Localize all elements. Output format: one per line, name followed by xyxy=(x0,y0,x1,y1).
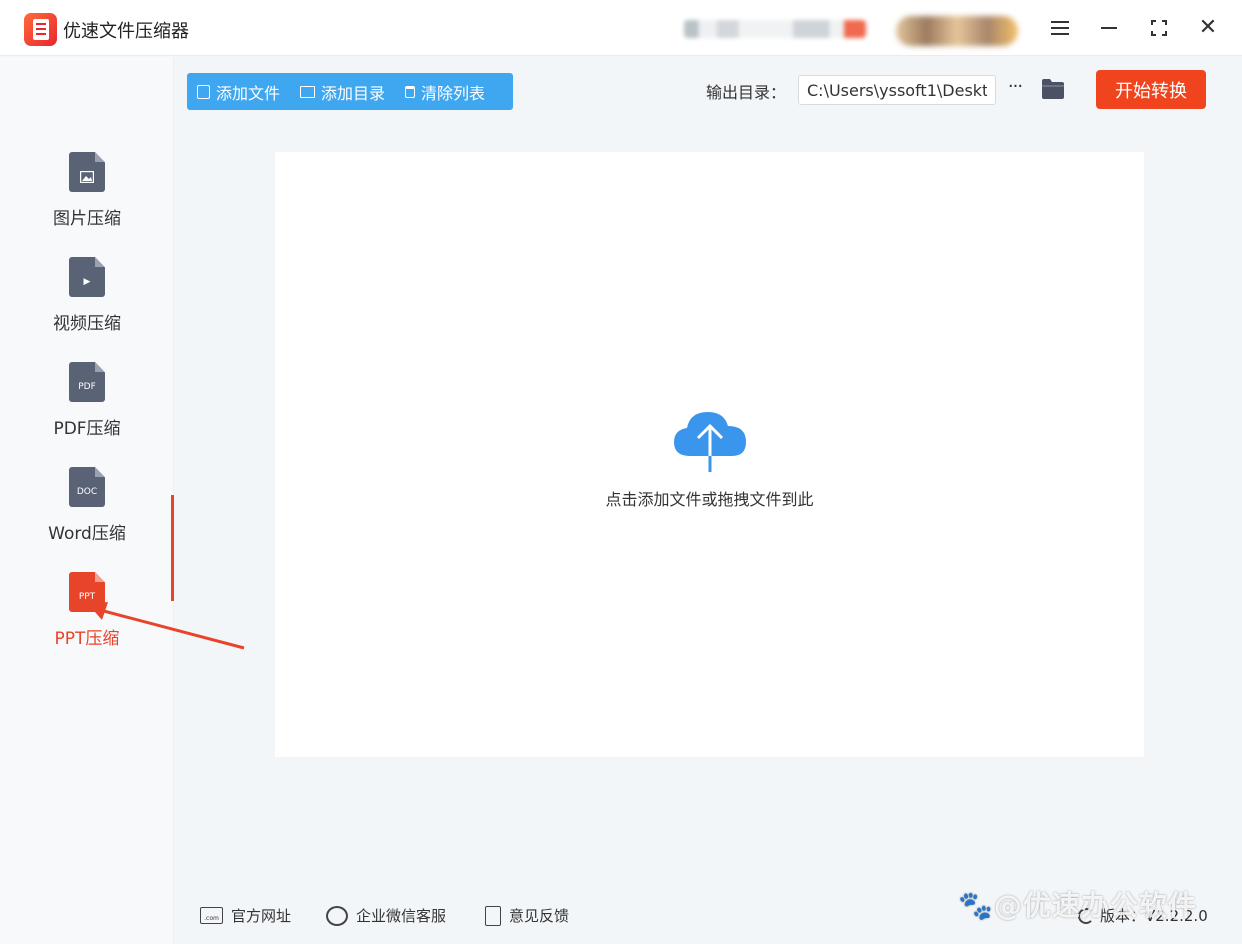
sidebar-item-pdf[interactable]: PDF PDF压缩 xyxy=(0,362,174,462)
feedback-icon xyxy=(485,905,501,926)
website-icon: .com xyxy=(200,907,223,924)
browse-more-button[interactable]: ··· xyxy=(1003,76,1027,102)
doc-file-icon: DOC xyxy=(69,467,105,507)
drop-hint-text: 点击添加文件或拖拽文件到此 xyxy=(605,490,814,509)
maximize-icon xyxy=(1151,20,1167,36)
add-folder-button[interactable]: 添加目录 xyxy=(300,80,385,104)
folder-open-icon xyxy=(1042,79,1064,99)
sidebar: 图片压缩 ▶ 视频压缩 PDF PDF压缩 DOC Word压缩 PPT PPT… xyxy=(0,57,174,944)
folder-icon xyxy=(300,85,316,98)
close-button[interactable]: ✕ xyxy=(1191,12,1225,44)
sidebar-item-video[interactable]: ▶ 视频压缩 xyxy=(0,257,174,357)
video-file-icon: ▶ xyxy=(69,257,105,297)
open-folder-button[interactable] xyxy=(1041,78,1065,100)
sidebar-item-label: 视频压缩 xyxy=(53,314,121,334)
sidebar-item-word[interactable]: DOC Word压缩 xyxy=(0,467,174,567)
image-file-icon xyxy=(69,152,105,192)
sidebar-item-label: 图片压缩 xyxy=(53,209,121,229)
app-title: 优速文件压缩器 xyxy=(63,21,189,42)
sidebar-item-label: Word压缩 xyxy=(48,524,126,544)
sidebar-item-label: PPT压缩 xyxy=(54,629,120,649)
app-logo-icon xyxy=(24,13,57,46)
clear-list-button[interactable]: 清除列表 xyxy=(405,80,485,104)
start-convert-button[interactable]: 开始转换 xyxy=(1096,70,1206,109)
minimize-button[interactable] xyxy=(1092,12,1126,44)
output-dir-label: 输出目录： xyxy=(706,83,787,102)
cloud-upload-icon xyxy=(674,412,746,472)
active-indicator xyxy=(171,495,174,601)
menu-icon xyxy=(1051,21,1069,35)
sidebar-item-ppt[interactable]: PPT PPT压缩 xyxy=(0,572,174,672)
menu-button[interactable] xyxy=(1043,12,1077,44)
sidebar-item-image[interactable]: 图片压缩 xyxy=(0,152,174,252)
ppt-file-icon: PPT xyxy=(69,572,105,612)
pdf-file-icon: PDF xyxy=(69,362,105,402)
add-file-button[interactable]: 添加文件 xyxy=(197,80,280,104)
watermark: 🐾@优速办公软件 xyxy=(958,889,1197,922)
feedback-link[interactable]: 意见反馈 xyxy=(485,905,569,926)
close-icon: ✕ xyxy=(1198,15,1218,40)
title-bar: 优速文件压缩器 ✕ xyxy=(0,0,1242,56)
minimize-icon xyxy=(1101,27,1117,29)
sidebar-item-label: PDF压缩 xyxy=(53,419,121,439)
chat-icon xyxy=(326,905,348,926)
file-drop-zone[interactable]: 点击添加文件或拖拽文件到此 xyxy=(275,152,1144,757)
blurred-avatar[interactable] xyxy=(896,16,1018,46)
output-dir-input[interactable] xyxy=(798,75,996,105)
maximize-button[interactable] xyxy=(1142,12,1176,44)
trash-icon xyxy=(405,85,416,98)
wechat-service-link[interactable]: 企业微信客服 xyxy=(326,905,446,926)
toolbar: 添加文件 添加目录 清除列表 xyxy=(187,73,513,110)
official-website-link[interactable]: .com 官方网址 xyxy=(200,905,291,926)
file-icon xyxy=(197,84,210,99)
blurred-account-info xyxy=(684,20,866,38)
